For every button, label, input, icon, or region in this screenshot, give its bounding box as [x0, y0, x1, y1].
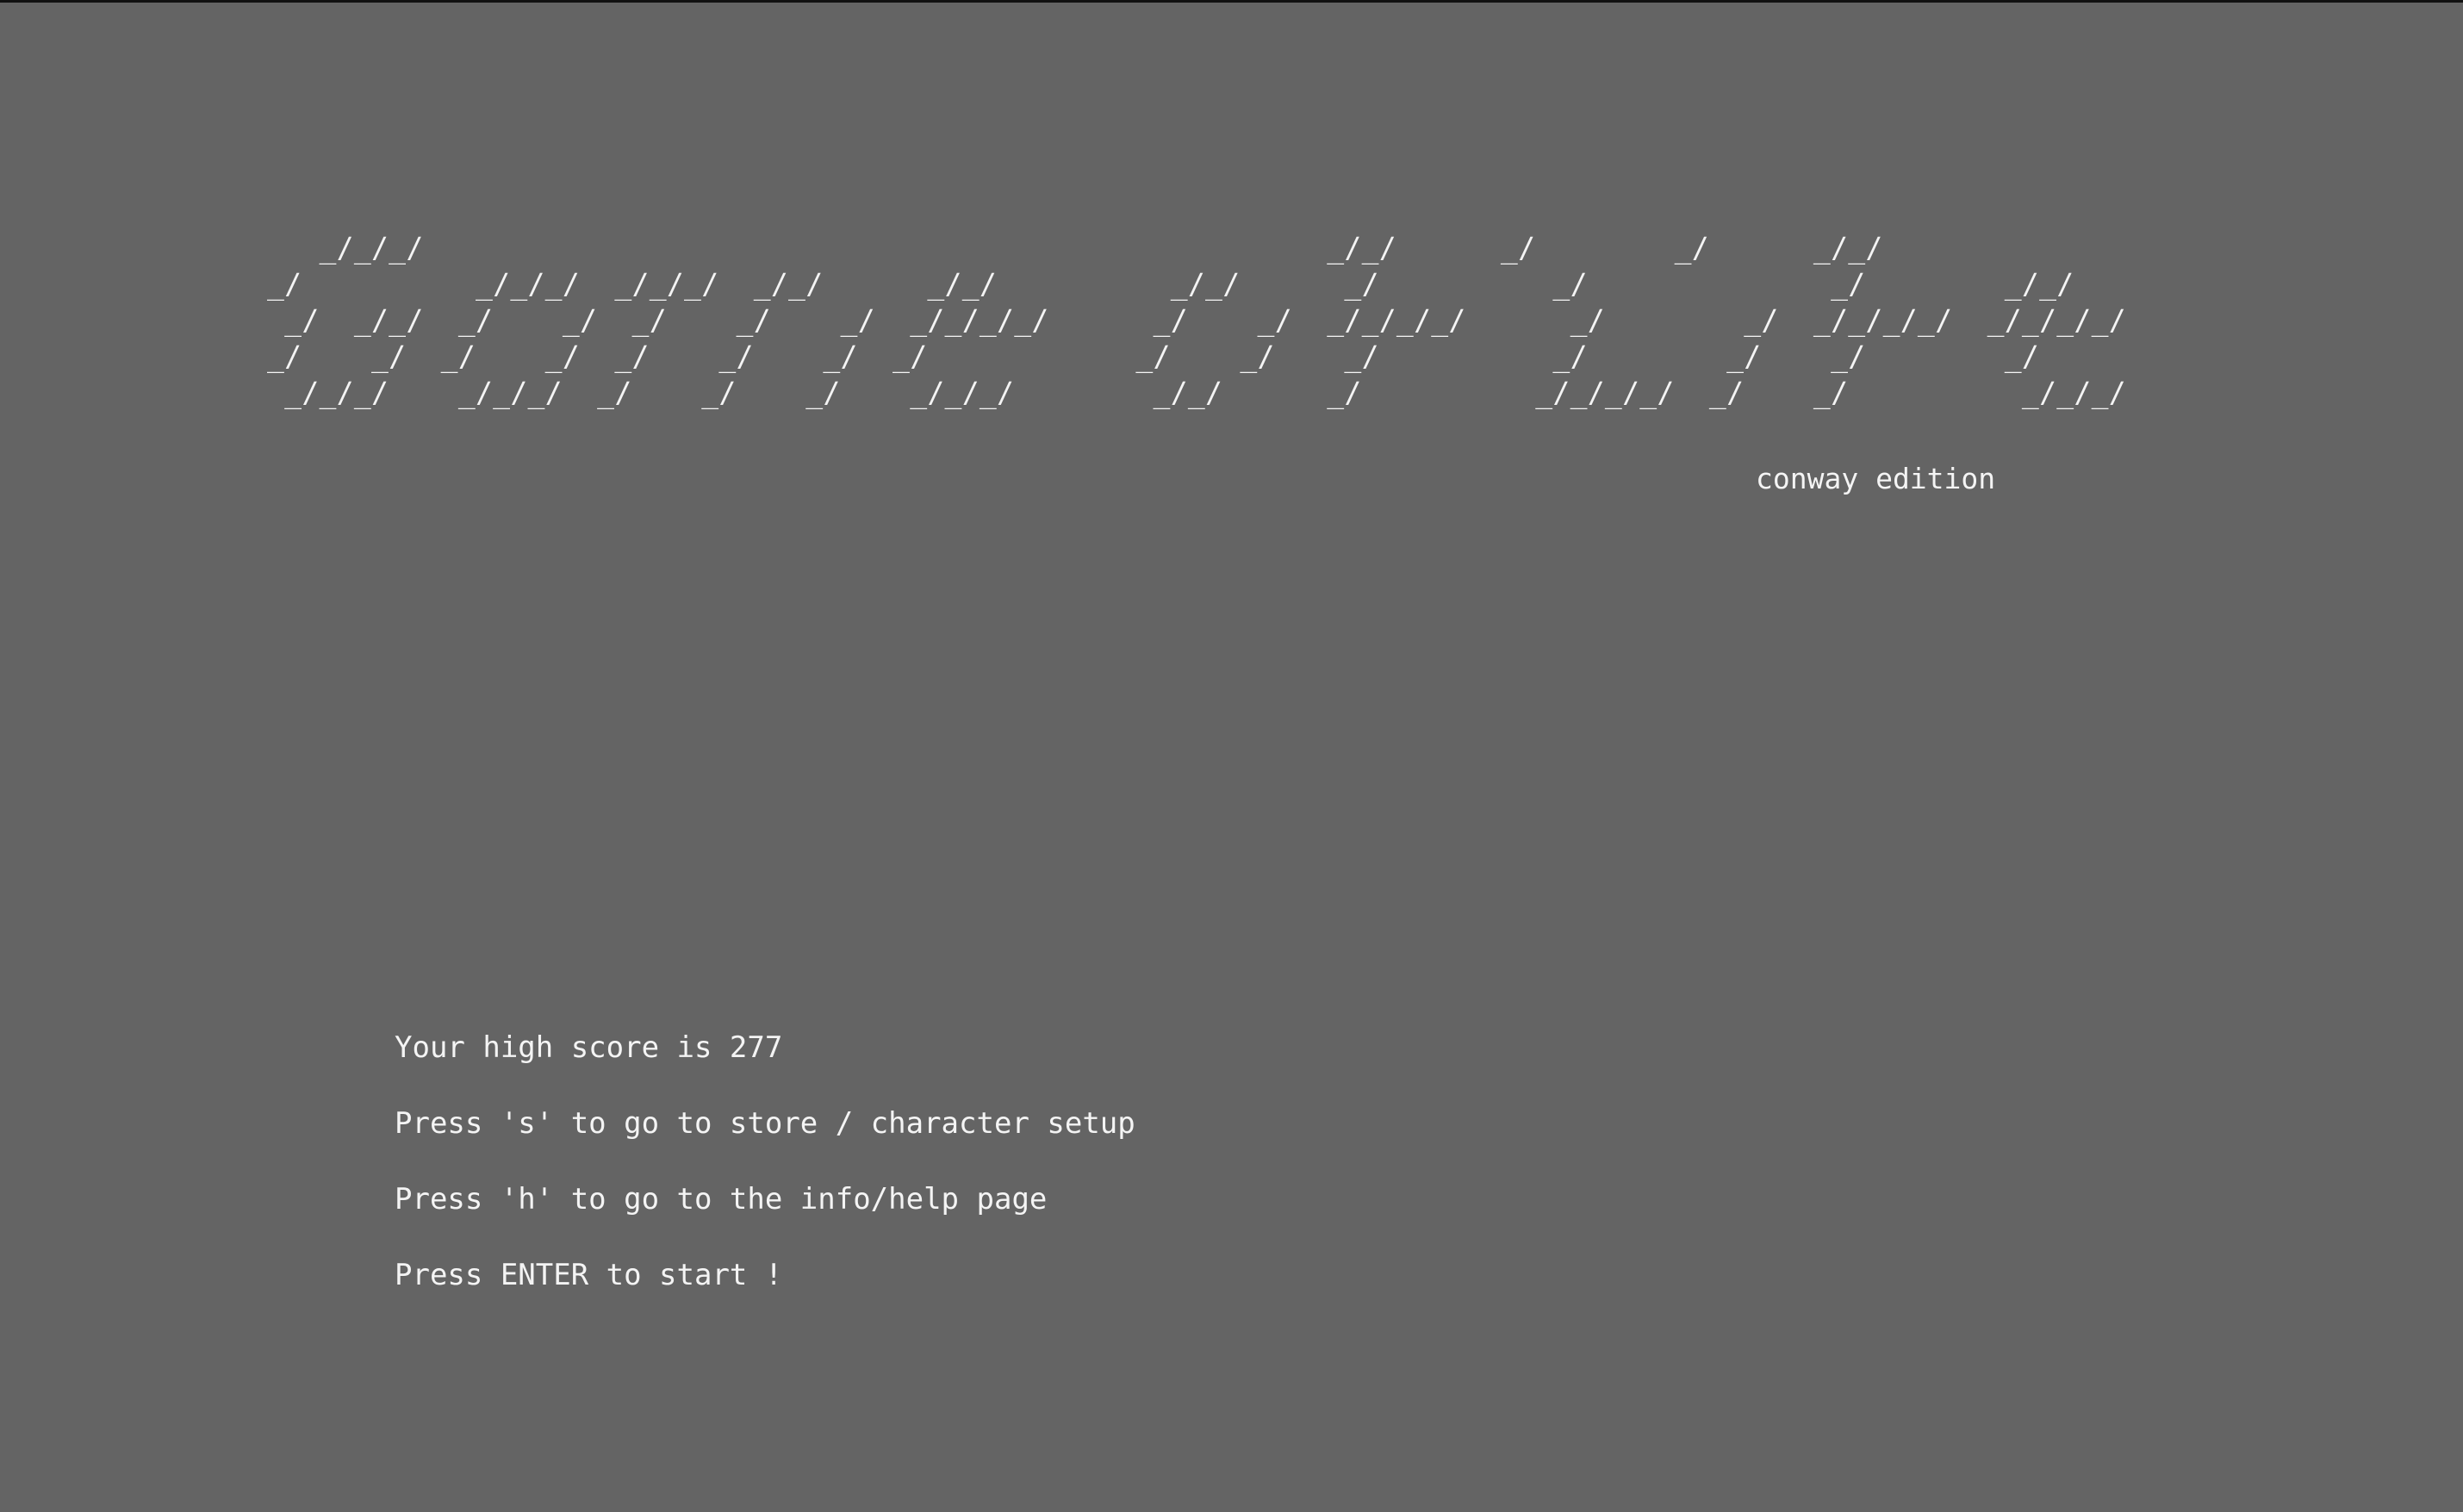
subtitle: conway edition	[1756, 462, 1996, 495]
game-of-life-ascii-logo: _/_/_/ _/_/ _/ _/ _/_/ _/ _/_/_/ _/_/_/ …	[267, 230, 2126, 411]
high-score-text: Your high score is 277	[395, 1030, 783, 1065]
main-menu: Your high score is 277 Press 's' to go t…	[395, 1030, 1135, 1333]
start-option[interactable]: Press ENTER to start !	[395, 1257, 1135, 1333]
logo-line: _/_/_/ _/_/_/ _/ _/ _/ _/_/_/ _/_/ _/ _/…	[267, 376, 2126, 409]
logo-line: _/ _/ _/ _/ _/ _/ _/ _/ _/ _/ _/ _/ _/ _…	[267, 339, 2040, 373]
logo-line: _/ _/_/_/ _/_/_/ _/_/ _/_/ _/_/ _/ _/ _/…	[267, 267, 2074, 301]
logo-line: _/_/_/ _/_/ _/ _/ _/_/	[267, 231, 1883, 264]
terminal-screen: _/_/_/ _/_/ _/ _/ _/_/ _/ _/_/_/ _/_/_/ …	[0, 0, 2463, 1512]
help-option[interactable]: Press 'h' to go to the info/help page	[395, 1181, 1135, 1257]
logo-line: _/ _/_/ _/ _/ _/ _/ _/ _/_/_/_/ _/ _/ _/…	[267, 303, 2126, 337]
store-option[interactable]: Press 's' to go to store / character set…	[395, 1105, 1135, 1181]
